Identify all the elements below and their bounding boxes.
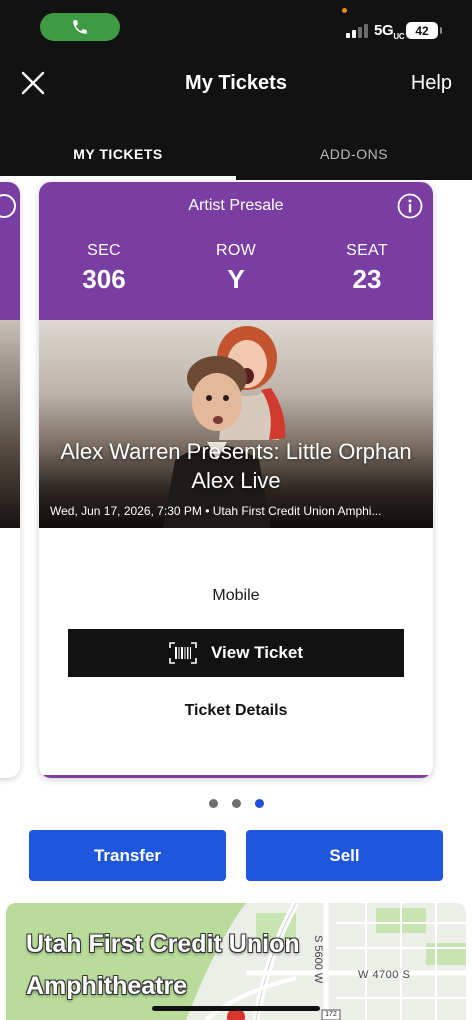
event-image: Alex Warren Presents: Little Orphan Alex…: [39, 320, 433, 528]
ticket-header: Artist Presale SEC 306 ROW Y SEAT 23: [39, 182, 433, 320]
delivery-type: Mobile: [212, 587, 260, 604]
card-accent-line: [39, 775, 433, 778]
info-icon: [397, 193, 423, 219]
privacy-indicator: [342, 8, 347, 13]
active-call-indicator[interactable]: [40, 13, 120, 41]
section-label: SEC: [87, 242, 121, 259]
ticket-details-link[interactable]: Ticket Details: [39, 702, 433, 720]
transfer-button[interactable]: Transfer: [29, 830, 226, 881]
tab-bar: MY TICKETS ADD-ONS: [0, 128, 472, 180]
cellular-signal-icon: [346, 24, 368, 38]
event-photo-illustration: [163, 326, 286, 528]
event-name: Alex Warren Presents: Little Orphan Alex…: [60, 439, 412, 493]
ticket-card: Artist Presale SEC 306 ROW Y SEAT 23 Ale…: [39, 182, 433, 778]
carousel-dot-1[interactable]: [208, 799, 218, 808]
street-label-horizontal: W 4700 S: [358, 969, 411, 981]
tab-my-tickets[interactable]: MY TICKETS: [0, 128, 236, 180]
tab-add-ons[interactable]: ADD-ONS: [236, 128, 472, 180]
info-button[interactable]: [397, 193, 423, 219]
seat-info: SEAT 23: [307, 242, 427, 295]
venue-name: Utah First Credit Union Amphitheatre: [26, 923, 300, 1007]
presale-label: Artist Presale: [188, 197, 284, 214]
venue-name-line2: Amphitheatre: [26, 972, 188, 1000]
view-ticket-label: View Ticket: [211, 643, 303, 662]
battery-level: 42: [406, 22, 442, 39]
view-ticket-button[interactable]: View Ticket: [68, 629, 404, 677]
network-type: 5GUC: [374, 22, 405, 41]
row-value: Y: [227, 264, 245, 294]
seat-value: 23: [352, 264, 382, 294]
truncated-text: …: [0, 686, 12, 700]
help-link[interactable]: Help: [411, 72, 452, 95]
page-title: My Tickets: [185, 72, 287, 94]
barcode-icon: [169, 642, 197, 664]
home-indicator[interactable]: [152, 1006, 320, 1011]
street-label-vertical: S 5600 W: [312, 935, 324, 984]
route-shield: 172: [325, 1011, 337, 1018]
section-value: 306: [82, 264, 126, 294]
carousel-pagination: [0, 799, 472, 808]
previous-ticket-image: [0, 320, 20, 528]
previous-ticket-card[interactable]: …: [0, 182, 20, 778]
row-label: ROW: [215, 242, 256, 259]
seat-label: SEAT: [346, 242, 388, 259]
row-info: ROW Y: [176, 242, 296, 295]
sell-button[interactable]: Sell: [246, 830, 443, 881]
carousel-dot-2[interactable]: [231, 799, 241, 808]
section-info: SEC 306: [44, 242, 164, 295]
venue-name-line1: Utah First Credit Union: [26, 930, 300, 958]
carousel-dot-3[interactable]: [254, 799, 264, 808]
event-date-venue: Wed, Jun 17, 2026, 7:30 PM • Utah First …: [50, 504, 382, 518]
venue-map[interactable]: Utah First Credit Union Amphitheatre S 5…: [6, 903, 466, 1020]
phone-icon: [73, 20, 87, 34]
my-tickets-screen: 5GUC 42 My Tickets Help MY TICKETS ADD-O…: [0, 0, 472, 1020]
header-bar: 5GUC 42 My Tickets Help MY TICKETS ADD-O…: [0, 0, 472, 180]
